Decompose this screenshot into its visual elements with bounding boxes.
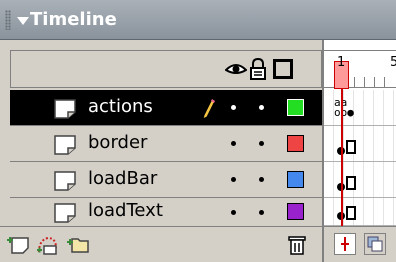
collapse-arrow-icon[interactable] (17, 17, 29, 25)
add-motion-guide-icon[interactable] (36, 234, 60, 256)
layers-header (10, 50, 322, 88)
layer-name[interactable]: loadText (88, 200, 163, 221)
outline-color-swatch[interactable] (287, 99, 304, 116)
timeline-title-bar[interactable]: Timeline (0, 0, 396, 40)
visibility-dot[interactable] (231, 210, 236, 215)
lock-dot[interactable] (259, 141, 264, 146)
end-frame-marker[interactable] (346, 176, 356, 190)
end-frame-marker[interactable] (346, 140, 356, 154)
pencil-icon (202, 98, 216, 120)
panel-grip-icon[interactable] (5, 10, 11, 30)
frame-number-1: 1 (337, 55, 346, 70)
lock-dot[interactable] (259, 177, 264, 182)
layer-row-actions[interactable]: actions (10, 90, 322, 126)
frame-row-border[interactable] (324, 126, 396, 162)
layer-row-border[interactable]: border (10, 126, 322, 162)
lock-icon[interactable] (249, 58, 267, 80)
layer-icon (54, 99, 76, 119)
layer-row-loadtext[interactable]: loadText (10, 198, 322, 226)
frame-row-loadbar[interactable] (324, 162, 396, 198)
frame-number-5: 5 (390, 55, 396, 70)
layers-footer (0, 226, 322, 262)
actionscript-marker: aa oo● (334, 96, 354, 119)
onion-skin-button[interactable] (364, 233, 386, 255)
outline-color-swatch[interactable] (287, 135, 304, 152)
ruler-tick (364, 77, 365, 87)
layer-icon (54, 135, 76, 155)
frame-row-actions[interactable]: aa oo● (324, 90, 396, 126)
frame-row-loadtext[interactable] (324, 198, 396, 226)
layers-pane: actions border loadBar loadText (0, 40, 322, 262)
outline-color-swatch[interactable] (287, 171, 304, 188)
center-frame-icon (341, 237, 349, 251)
lock-dot[interactable] (259, 210, 264, 215)
ruler-tick (374, 77, 375, 87)
frames-pane[interactable]: 1 5 aa oo● (322, 40, 396, 262)
eye-icon[interactable] (225, 61, 247, 77)
layer-name[interactable]: border (88, 132, 147, 153)
visibility-dot[interactable] (231, 105, 236, 110)
end-frame-marker[interactable] (346, 206, 356, 220)
onion-skin-icon (367, 236, 383, 252)
layer-name[interactable]: loadBar (88, 168, 157, 189)
layer-name[interactable]: actions (88, 96, 153, 117)
panel-title: Timeline (30, 9, 117, 30)
frames-footer (324, 226, 396, 262)
ruler-tick (384, 77, 385, 87)
insert-layer-folder-icon[interactable] (66, 234, 90, 254)
outline-color-swatch[interactable] (287, 203, 304, 220)
frame-ruler[interactable]: 1 5 (324, 50, 396, 89)
visibility-dot[interactable] (231, 141, 236, 146)
ruler-tick (354, 77, 355, 87)
layer-icon (54, 171, 76, 191)
center-frame-button[interactable] (334, 233, 356, 255)
layer-row-loadbar[interactable]: loadBar (10, 162, 322, 198)
layer-icon (54, 203, 76, 223)
outline-icon[interactable] (273, 59, 293, 79)
delete-layer-icon[interactable] (288, 234, 306, 256)
timeline-panel: Timeline actions border loadBar loadText… (0, 0, 396, 262)
insert-layer-icon[interactable] (6, 234, 30, 254)
lock-dot[interactable] (259, 105, 264, 110)
visibility-dot[interactable] (231, 177, 236, 182)
